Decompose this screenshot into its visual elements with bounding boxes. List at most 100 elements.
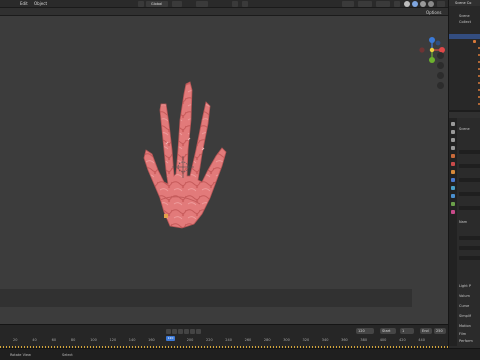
prop-row-performance[interactable]: Perform xyxy=(459,339,473,343)
prop-field[interactable] xyxy=(459,246,480,250)
gizmo-z-axis[interactable] xyxy=(429,37,435,43)
output-tab-icon[interactable] xyxy=(451,138,455,142)
particles-tab-icon[interactable] xyxy=(451,186,455,190)
prop-field[interactable] xyxy=(459,192,480,196)
prev-key-icon[interactable] xyxy=(172,329,177,334)
prop-field[interactable] xyxy=(459,164,480,168)
shading-solid-icon[interactable] xyxy=(412,1,418,7)
render-tab-icon[interactable] xyxy=(451,130,455,134)
transform-pivot-icon[interactable] xyxy=(138,1,144,7)
play-reverse-icon[interactable] xyxy=(178,329,183,334)
orientation-dropdown[interactable]: Global xyxy=(146,1,168,7)
object-icon xyxy=(473,40,476,43)
shading-wireframe-icon[interactable] xyxy=(404,1,410,7)
ruler-tick-label: 120 xyxy=(109,338,117,342)
shading-rendered-icon[interactable] xyxy=(428,1,434,7)
timeline[interactable]: 120 Start 1 End 250 20 40 60 80 100 120 140 160… xyxy=(0,324,448,348)
ruler-tick-label: 400 xyxy=(379,338,387,342)
ruler-tick-label: 60 xyxy=(51,338,57,342)
end-frame-field[interactable]: End xyxy=(420,328,432,334)
ruler-tick-label: 340 xyxy=(321,338,329,342)
start-value-field[interactable]: 1 xyxy=(400,328,414,334)
end-label: End xyxy=(422,329,429,333)
start-frame-field[interactable]: Start xyxy=(380,328,396,334)
view-layer-tab-icon[interactable] xyxy=(451,146,455,150)
start-label: Start xyxy=(382,329,391,333)
gizmo-neg-x-axis[interactable] xyxy=(419,47,425,53)
origin-marker xyxy=(164,214,168,218)
ruler-tick-label: 320 xyxy=(302,338,310,342)
outliner-panel[interactable]: Scene Co Scene Collect xyxy=(448,0,480,110)
visibility-icon[interactable] xyxy=(342,1,354,7)
prop-row-motion[interactable]: Motion xyxy=(459,324,471,328)
jump-start-icon[interactable] xyxy=(166,329,171,334)
ruler-tick-label: 300 xyxy=(283,338,290,342)
hand-shape xyxy=(143,81,227,229)
prop-field[interactable] xyxy=(459,178,480,182)
outliner-row-collection[interactable]: Collect xyxy=(449,20,480,25)
gizmo-center xyxy=(429,47,435,53)
jump-end-icon[interactable] xyxy=(196,329,201,334)
ruler-tick-label: 100 xyxy=(90,338,97,342)
proportional-edit-icon[interactable] xyxy=(232,1,238,7)
snap-icon[interactable] xyxy=(196,1,208,7)
pan-hand-icon[interactable] xyxy=(437,62,444,69)
ruler-tick-label: 160 xyxy=(148,338,155,342)
prop-field[interactable] xyxy=(459,150,480,154)
viewport-subheader: Options xyxy=(0,8,448,16)
status-hint-select: Select xyxy=(62,353,73,357)
gizmo-toggle-icon[interactable] xyxy=(358,1,372,7)
prop-field[interactable] xyxy=(459,256,480,260)
ruler-tick-label: 80 xyxy=(70,338,76,342)
play-icon[interactable] xyxy=(184,329,189,334)
end-value-field[interactable]: 250 xyxy=(434,328,446,334)
prop-row-film[interactable]: Film xyxy=(459,332,466,336)
prop-row-volumes[interactable]: Volum xyxy=(459,294,470,298)
zoom-icon[interactable] xyxy=(437,52,444,59)
ruler-tick-label: 440 xyxy=(418,338,425,342)
3d-viewport[interactable] xyxy=(0,16,448,324)
ruler-tick-label: 240 xyxy=(225,338,232,342)
camera-view-icon[interactable] xyxy=(437,72,444,79)
prop-row-simplify[interactable]: Simplif xyxy=(459,314,471,318)
current-frame-field[interactable]: 120 xyxy=(356,328,374,334)
playhead[interactable]: 120 xyxy=(166,336,175,341)
pivot-icon[interactable] xyxy=(172,1,182,7)
constraints-tab-icon[interactable] xyxy=(451,202,455,206)
menu-object[interactable]: Object xyxy=(34,1,47,6)
gizmo-y-axis[interactable] xyxy=(429,57,435,63)
overlay-toggle-icon[interactable] xyxy=(376,1,390,7)
hand-mesh[interactable] xyxy=(130,80,250,230)
physics-tab-icon[interactable] xyxy=(451,194,455,198)
ruler-tick-label: 40 xyxy=(32,338,37,342)
material-tab-icon[interactable] xyxy=(451,210,455,214)
prop-row-scene: Scene xyxy=(459,127,470,131)
viewport-lower-region xyxy=(0,289,412,307)
shading-options-icon[interactable] xyxy=(437,1,445,7)
next-key-icon[interactable] xyxy=(190,329,195,334)
scene-tab-icon[interactable] xyxy=(451,154,455,158)
perspective-grid-icon[interactable] xyxy=(437,82,444,89)
xray-icon[interactable] xyxy=(394,1,400,7)
tool-tab-icon[interactable] xyxy=(451,122,455,126)
status-hint-rotate: Rotate View xyxy=(10,353,31,357)
object-tab-icon[interactable] xyxy=(451,170,455,174)
falloff-icon[interactable] xyxy=(242,1,248,7)
prop-row-curves[interactable]: Curve xyxy=(459,304,469,308)
prop-field[interactable] xyxy=(459,206,480,210)
prop-field[interactable] xyxy=(459,236,480,240)
navigation-gizmo[interactable] xyxy=(418,36,446,64)
properties-panel[interactable]: Scene Nam Light P Volum Curve Simplif Mo… xyxy=(448,112,480,348)
menu-edit[interactable]: Edit xyxy=(20,1,28,6)
gizmo-neg-z-axis[interactable] xyxy=(435,40,441,46)
outliner-row-scene[interactable]: Scene xyxy=(449,14,480,19)
prop-row-name: Nam xyxy=(459,220,468,224)
prop-row-light-paths[interactable]: Light P xyxy=(459,284,471,288)
outliner-row-selected[interactable] xyxy=(449,34,480,39)
modifier-tab-icon[interactable] xyxy=(451,178,455,182)
shading-material-icon[interactable] xyxy=(420,1,426,7)
world-tab-icon[interactable] xyxy=(451,162,455,166)
3d-cursor-icon xyxy=(172,156,194,178)
options-label[interactable]: Options xyxy=(426,10,441,15)
ruler-tick-label: 140 xyxy=(128,338,136,342)
